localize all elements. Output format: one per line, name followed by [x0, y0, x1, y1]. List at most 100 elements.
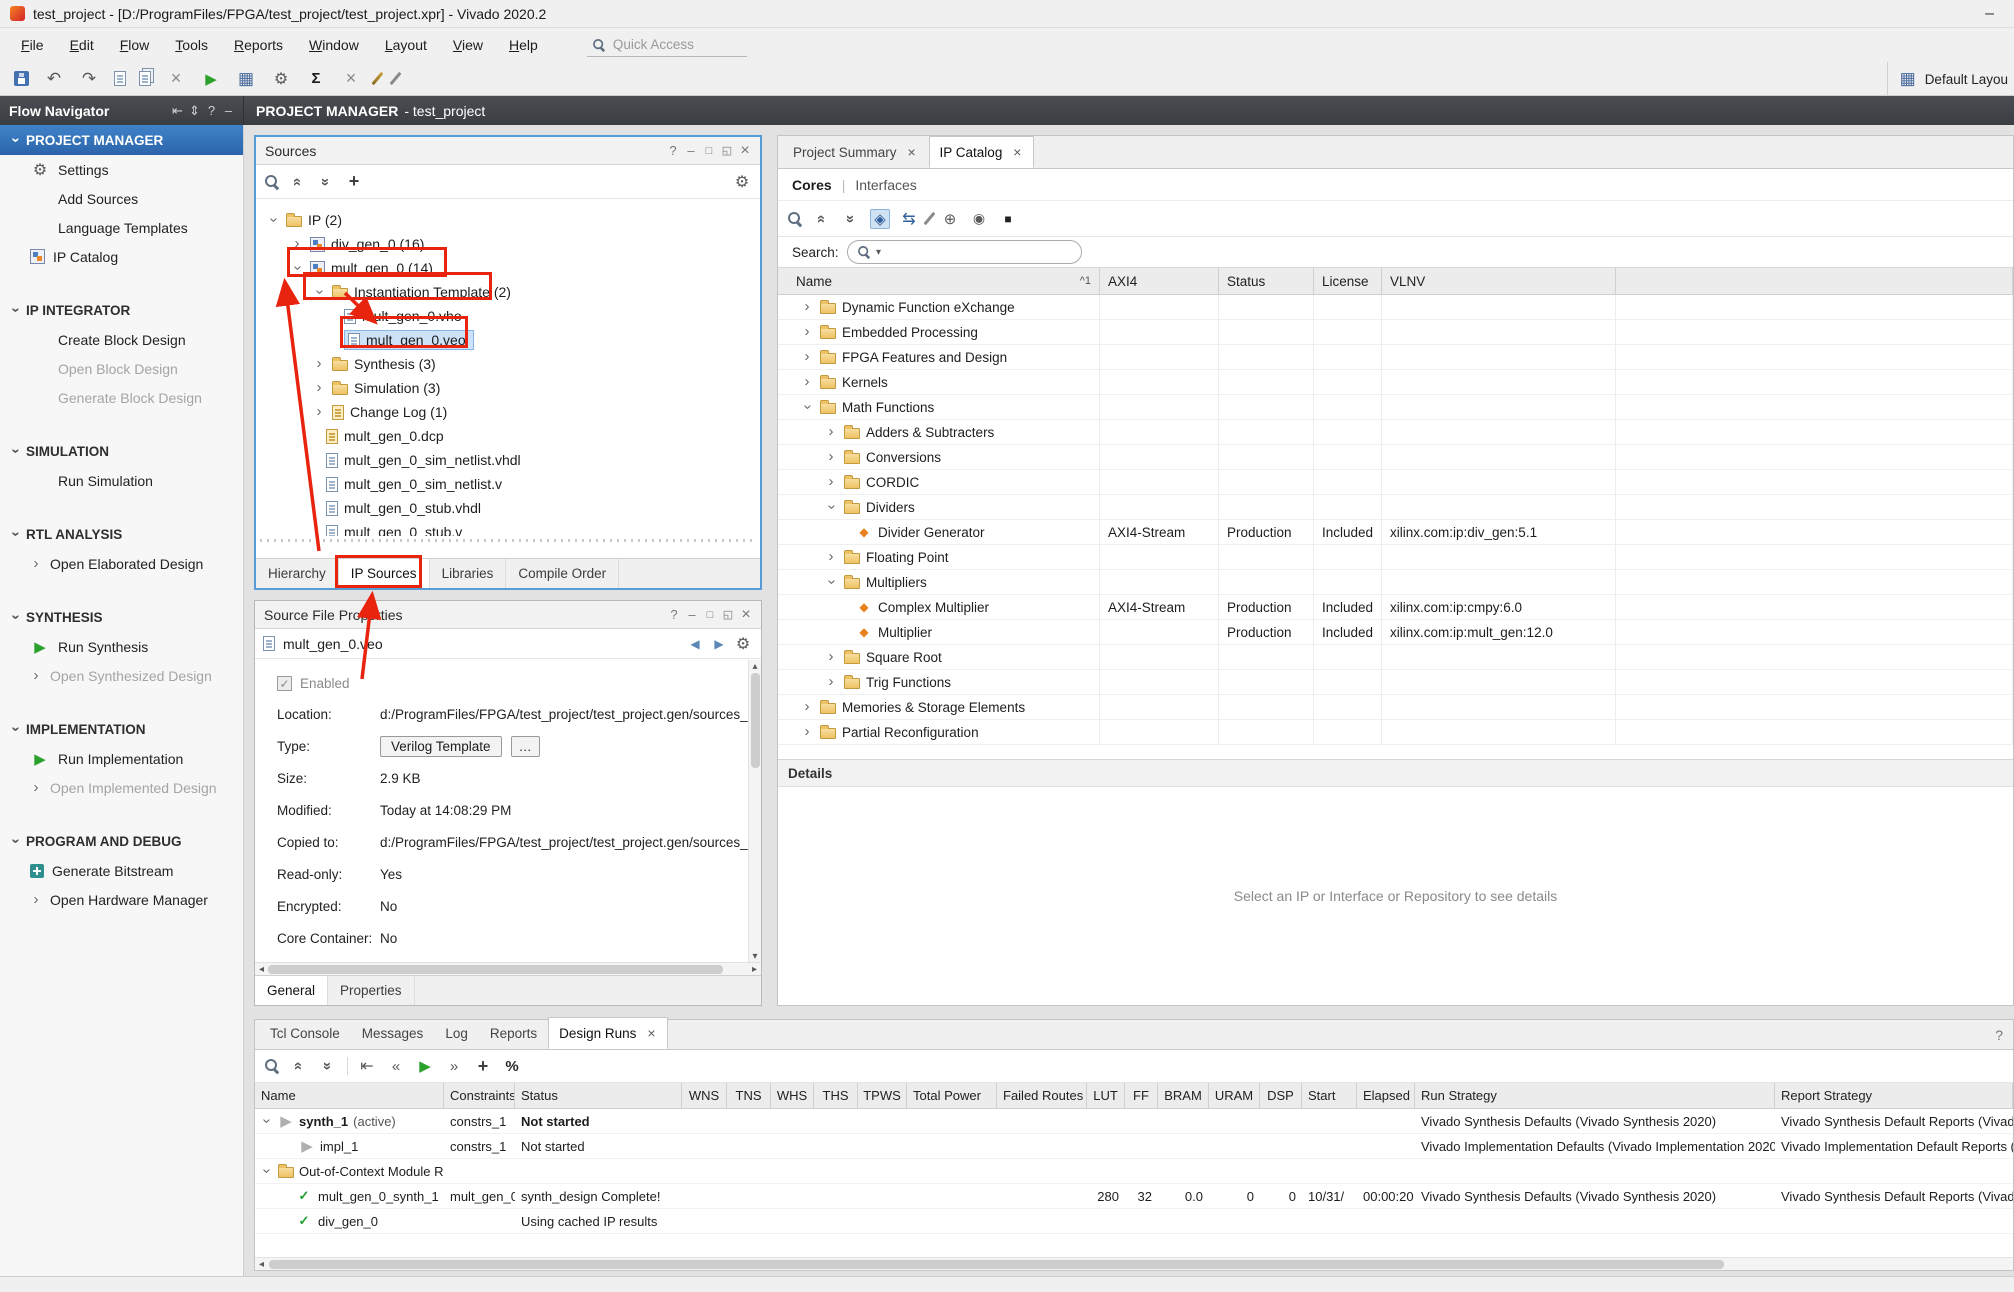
column-license[interactable]: License [1314, 268, 1382, 294]
column-run-strategy[interactable]: Run Strategy [1415, 1083, 1775, 1108]
chevron-right-icon[interactable] [824, 675, 838, 689]
expand-collapse-icon[interactable] [186, 101, 203, 121]
sidebar-item-open-hardware-manager[interactable]: Open Hardware Manager [0, 885, 243, 914]
tree-item-sim-netlist-vhdl[interactable]: mult_gen_0_sim_netlist.vhdl [256, 448, 760, 472]
catalog-row[interactable]: Conversions [778, 445, 2013, 470]
expand-all-icon[interactable] [316, 172, 336, 192]
scroll-up-icon[interactable] [749, 660, 761, 672]
catalog-row[interactable]: Dynamic Function eXchange [778, 295, 2013, 320]
dock-icon[interactable] [169, 101, 186, 121]
chevron-right-icon[interactable] [824, 475, 838, 489]
tree-item-mult-gen-0-dcp[interactable]: mult_gen_0.dcp [256, 424, 760, 448]
back-icon[interactable] [685, 634, 705, 654]
run-icon[interactable] [415, 1056, 435, 1076]
sidebar-item-language-templates[interactable]: Language Templates [0, 213, 243, 242]
properties-panel-header[interactable]: Source File Properties [255, 601, 761, 629]
interfaces-link[interactable]: Interfaces [855, 177, 916, 193]
catalog-row[interactable]: Embedded Processing [778, 320, 2013, 345]
column-whs[interactable]: WHS [771, 1083, 814, 1108]
chevron-right-icon[interactable] [824, 550, 838, 564]
run-row-div-gen-0[interactable]: div_gen_0 Using cached IP results [255, 1209, 2013, 1234]
catalog-row[interactable]: Square Root [778, 645, 2013, 670]
import-ip-icon[interactable] [899, 209, 919, 229]
chevron-right-icon[interactable] [800, 375, 814, 389]
float-icon[interactable] [719, 605, 737, 625]
redo-icon[interactable] [79, 69, 99, 89]
selected-item[interactable]: mult_gen_0.veo [344, 330, 474, 350]
column-tns[interactable]: TNS [727, 1083, 771, 1108]
tab-compile-order[interactable]: Compile Order [506, 559, 619, 588]
tree-item-sim-netlist-v[interactable]: mult_gen_0_sim_netlist.v [256, 472, 760, 496]
run-row-impl-1[interactable]: impl_1 constrs_1 Not started Vivado Impl… [255, 1134, 2013, 1159]
sidebar-item-settings[interactable]: Settings [0, 155, 243, 184]
column-failed-routes[interactable]: Failed Routes [997, 1083, 1087, 1108]
menu-edit[interactable]: Edit [57, 28, 107, 62]
group-by-category-icon[interactable] [870, 209, 890, 229]
sidebar-section-project-manager[interactable]: PROJECT MANAGER [0, 125, 243, 155]
catalog-row-dividers[interactable]: Dividers [778, 495, 2013, 520]
sidebar-item-add-sources[interactable]: Add Sources [0, 184, 243, 213]
percent-icon[interactable] [502, 1056, 522, 1076]
chevron-down-icon[interactable] [266, 213, 280, 227]
chevron-right-icon[interactable] [824, 425, 838, 439]
catalog-search-box[interactable] [847, 240, 1082, 264]
probe-icon[interactable] [390, 72, 402, 85]
horizontal-scrollbar[interactable] [255, 1257, 2013, 1270]
column-vlnv[interactable]: VLNV [1382, 268, 1616, 294]
tree-item-mult-gen-0-veo[interactable]: mult_gen_0.veo [256, 328, 760, 352]
column-name[interactable]: Name [255, 1083, 444, 1108]
customize-icon[interactable] [924, 212, 936, 225]
maximize-icon[interactable] [701, 605, 719, 625]
close-icon[interactable] [737, 605, 755, 625]
tree-item-synthesis[interactable]: Synthesis (3) [256, 352, 760, 376]
pen-icon[interactable] [372, 72, 384, 85]
catalog-row-math-functions[interactable]: Math Functions [778, 395, 2013, 420]
more-button[interactable]: … [511, 736, 540, 757]
tab-general[interactable]: General [255, 976, 328, 1005]
create-run-icon[interactable] [473, 1056, 493, 1076]
sidebar-section-synthesis[interactable]: SYNTHESIS [0, 602, 243, 632]
sidebar-item-run-simulation[interactable]: Run Simulation [0, 466, 243, 495]
sidebar-item-ip-catalog[interactable]: IP Catalog [0, 242, 243, 271]
chevron-down-icon[interactable] [824, 575, 838, 589]
sidebar-section-program-debug[interactable]: PROGRAM AND DEBUG [0, 826, 243, 856]
tab-hierarchy[interactable]: Hierarchy [256, 559, 339, 588]
run-row-synth-1[interactable]: synth_1(active) constrs_1 Not started Vi… [255, 1109, 2013, 1134]
save-icon[interactable] [14, 71, 29, 86]
menu-tools[interactable]: Tools [162, 28, 221, 62]
chevron-right-icon[interactable] [800, 725, 814, 739]
chevron-right-icon[interactable] [800, 300, 814, 314]
chevron-down-icon[interactable] [259, 1114, 273, 1128]
sidebar-section-ip-integrator[interactable]: IP INTEGRATOR [0, 295, 243, 325]
chevron-down-icon[interactable] [874, 242, 884, 262]
chevron-down-icon[interactable] [824, 500, 838, 514]
sources-panel-header[interactable]: Sources [256, 137, 760, 165]
scroll-down-icon[interactable] [749, 950, 761, 962]
minimize-icon[interactable]: – [1975, 5, 2004, 23]
undo-icon[interactable] [44, 69, 64, 89]
close-icon[interactable] [645, 1023, 657, 1043]
sidebar-item-run-synthesis[interactable]: Run Synthesis [0, 632, 243, 661]
stop-icon[interactable] [998, 209, 1018, 229]
help-icon[interactable] [665, 605, 683, 625]
column-lut[interactable]: LUT [1087, 1083, 1125, 1108]
minimize-icon[interactable] [682, 141, 700, 161]
sidebar-section-implementation[interactable]: IMPLEMENTATION [0, 714, 243, 744]
column-constraints[interactable]: Constraints [444, 1083, 515, 1108]
tree-item-instantiation-template[interactable]: Instantiation Template (2) [256, 280, 760, 304]
column-status[interactable]: Status [1219, 268, 1314, 294]
panel-splitter[interactable] [260, 536, 756, 544]
step-forward-icon[interactable] [444, 1056, 464, 1076]
tab-ip-catalog[interactable]: IP Catalog [929, 136, 1035, 168]
column-name[interactable]: Name ^1 [778, 268, 1100, 294]
column-total-power[interactable]: Total Power [907, 1083, 997, 1108]
tab-design-runs[interactable]: Design Runs [548, 1017, 668, 1049]
cores-link[interactable]: Cores [792, 177, 832, 193]
catalog-row-divider-generator[interactable]: Divider Generator AXI4-StreamProductionI… [778, 520, 2013, 545]
expand-all-icon[interactable] [318, 1056, 338, 1076]
horizontal-scrollbar[interactable] [255, 962, 761, 975]
scroll-left-icon[interactable] [255, 963, 268, 975]
sidebar-item-generate-bitstream[interactable]: Generate Bitstream [0, 856, 243, 885]
tree-item-change-log[interactable]: Change Log (1) [256, 400, 760, 424]
chevron-right-icon[interactable] [800, 325, 814, 339]
